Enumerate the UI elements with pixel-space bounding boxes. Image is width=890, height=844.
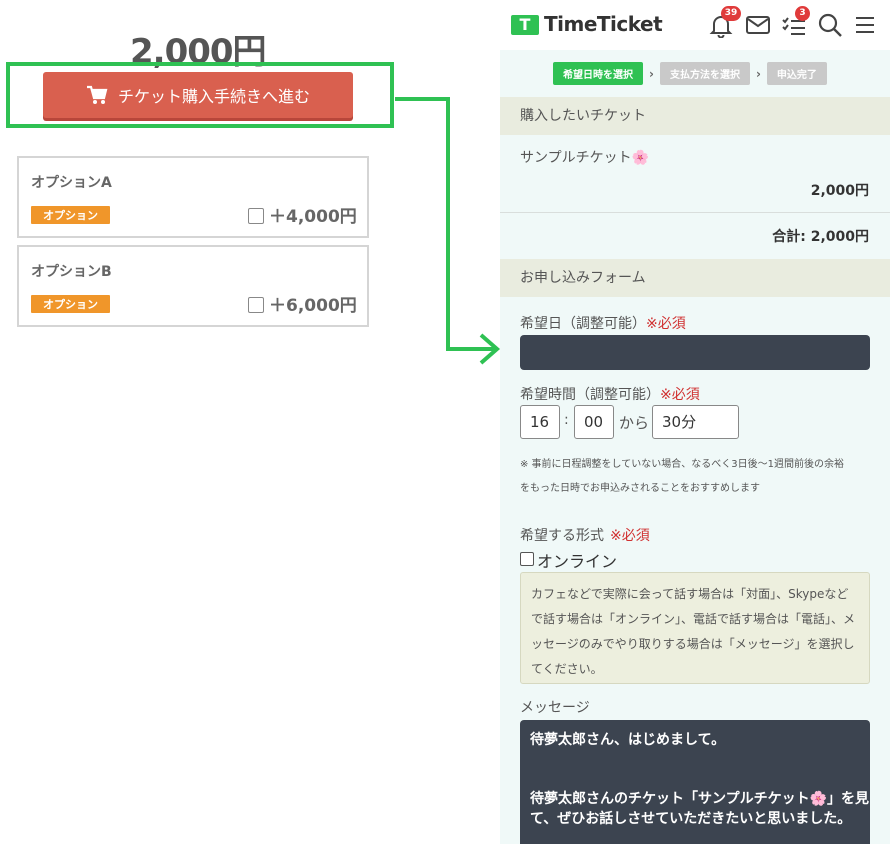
required-mark: ※必須 [646, 316, 686, 332]
logo-text: TimeTicket [544, 12, 663, 36]
duration-select[interactable]: 30分 [652, 405, 739, 439]
option-card-b: オプションB オプション ＋6,000円 [17, 245, 369, 327]
date-label-text: 希望日（調整可能） [520, 316, 646, 332]
chevron-right-icon: › [649, 66, 654, 81]
notification-count-badge: 39 [721, 6, 741, 21]
step-select-date: 希望日時を選択 [553, 62, 643, 85]
step-select-payment: 支払方法を選択 [659, 62, 750, 85]
purchase-section-header: 購入したいチケット [500, 97, 890, 135]
message-label: メッセージ [520, 700, 590, 716]
time-label-text: 希望時間（調整可能） [520, 387, 660, 403]
schedule-note-line1: ※ 事前に日程調整をしていない場合、なるべく3日後〜1週間前後の余裕 [520, 459, 844, 470]
format-label-text: 希望する形式 [520, 528, 604, 544]
buy-button-label: チケット購入手続きへ進む [117, 87, 310, 106]
time-separator: : [564, 412, 569, 428]
logo-mark: T [511, 15, 539, 35]
cart-icon [86, 85, 108, 105]
from-label: から [619, 414, 650, 432]
required-mark: ※必須 [660, 387, 700, 403]
required-mark: ※必須 [610, 528, 650, 544]
search-icon[interactable] [817, 12, 843, 38]
option-a-checkbox[interactable] [248, 208, 264, 224]
mail-icon[interactable] [745, 12, 771, 38]
mobile-page: T TimeTicket 39 3 希望日時を選択 › 支払方法を選択 › 申込… [500, 0, 890, 844]
online-checkbox[interactable] [520, 552, 534, 566]
date-input[interactable] [520, 335, 870, 370]
todo-count-badge: 3 [795, 6, 810, 21]
ticket-line-price: 2,000円 [810, 183, 869, 199]
option-card-a: オプションA オプション ＋4,000円 [17, 156, 369, 238]
option-b-checkbox[interactable] [248, 297, 264, 313]
app-header: T TimeTicket 39 3 [500, 0, 890, 50]
ticket-name: サンプルチケット🌸 [520, 150, 650, 166]
minute-select[interactable]: 00 [574, 405, 614, 439]
format-label: 希望する形式 ※必須 [520, 525, 650, 545]
total-price: 合計: 2,000円 [772, 229, 869, 245]
form-section-header: お申し込みフォーム [500, 259, 890, 297]
date-label: 希望日（調整可能）※必須 [520, 313, 686, 333]
message-line1: 待夢太郎さん、はじめまして。 [530, 732, 726, 748]
option-title: オプションA [31, 175, 112, 191]
option-price: ＋4,000円 [269, 207, 357, 227]
time-label: 希望時間（調整可能）※必須 [520, 384, 700, 404]
connector-arrow-icon [395, 97, 501, 365]
hour-select[interactable]: 16 [520, 405, 560, 439]
hamburger-menu-icon[interactable] [852, 12, 878, 38]
option-badge: オプション [31, 206, 110, 224]
schedule-note-line2: をもった日時でお申込みされることをおすすめします [520, 483, 760, 494]
option-title: オプションB [31, 264, 112, 280]
online-label[interactable]: オンライン [537, 548, 617, 572]
progress-steps: 希望日時を選択 › 支払方法を選択 › 申込完了 [553, 62, 827, 85]
step-complete: 申込完了 [766, 62, 827, 85]
option-price: ＋6,000円 [269, 296, 357, 316]
message-line2: 待夢太郎さんのチケット「サンプルチケット🌸」を見て、ぜひお話しさせていただきたい… [530, 791, 870, 827]
divider [500, 212, 890, 213]
buy-ticket-button[interactable]: チケット購入手続きへ進む [43, 72, 353, 118]
format-info-box: カフェなどで実際に会って話す場合は「対面」、Skypeなどで話す場合は「オンライ… [520, 572, 870, 684]
option-badge: オプション [31, 295, 110, 313]
chevron-right-icon: › [755, 66, 761, 81]
